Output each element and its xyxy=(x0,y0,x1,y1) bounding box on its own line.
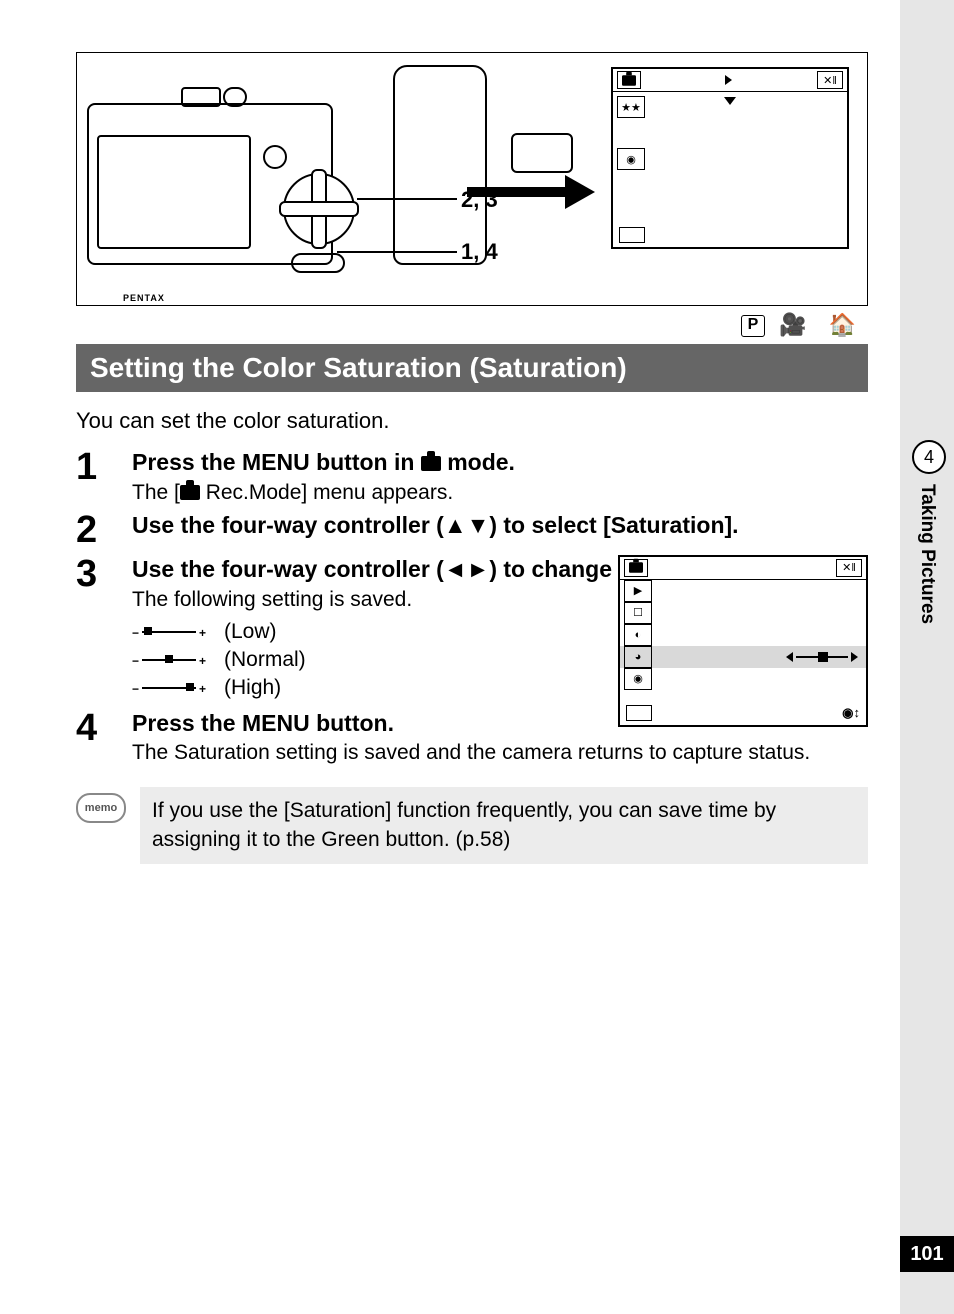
lcd-tab-settings-icon: ✕‖ xyxy=(836,559,862,577)
camera-illustration xyxy=(87,65,427,265)
sat-glyph-low-icon: −+ xyxy=(132,625,206,639)
step-number: 4 xyxy=(76,709,132,766)
lcd-row-metering-icon: ◉ xyxy=(617,148,645,170)
chapter-label: Taking Pictures xyxy=(916,484,938,624)
mode-icon-row: P 🎥 🏠 xyxy=(76,312,864,338)
lcd-slider xyxy=(786,649,858,665)
memo-block: memo If you use the [Saturation] functio… xyxy=(76,787,868,864)
pointer-line-23 xyxy=(357,198,457,200)
intro-text: You can set the color saturation. xyxy=(76,408,868,434)
lcd-top: ✕‖ ★★ ◉ xyxy=(611,67,849,249)
text: button. xyxy=(310,710,394,736)
mode-p-icon: P xyxy=(741,315,765,337)
side-tab: 4 Taking Pictures xyxy=(912,440,942,624)
text: button in xyxy=(310,449,421,475)
lcd-tab-camera-icon xyxy=(617,71,641,89)
step-2: 2 Use the four-way controller (▲▼) to se… xyxy=(76,511,868,549)
text: (High) xyxy=(224,674,281,702)
right-gutter xyxy=(900,0,954,1314)
step-number: 1 xyxy=(76,448,132,505)
step-1-sub: The [ Rec.Mode] menu appears. xyxy=(132,481,868,505)
step-number: 2 xyxy=(76,511,132,549)
text: Press the xyxy=(132,449,242,475)
step-2-head: Use the four-way controller (▲▼) to sele… xyxy=(132,511,868,540)
mode-auto-icon: 🏠 xyxy=(829,312,864,337)
menu-word: MENU xyxy=(242,710,310,736)
memo-text: If you use the [Saturation] function fre… xyxy=(140,787,868,864)
lcd-footer-menu-icon xyxy=(619,227,645,243)
text: The [ xyxy=(132,481,180,504)
lcd-ok-exit: ◉↕ xyxy=(842,705,860,721)
camera-icon xyxy=(421,456,441,471)
lcd-side-icon: ◉ xyxy=(624,668,652,690)
menu-word: MENU xyxy=(242,449,310,475)
sat-glyph-high-icon: −+ xyxy=(132,681,206,695)
sat-glyph-normal-icon: −+ xyxy=(132,653,206,667)
mode-movie-icon: 🎥 xyxy=(779,312,814,337)
text: (Low) xyxy=(224,618,277,646)
step-1-head: Press the MENU button in mode. xyxy=(132,448,868,477)
text: Press the xyxy=(132,710,242,736)
memo-label: memo xyxy=(76,793,126,823)
page-number: 101 xyxy=(900,1236,954,1272)
text: (Normal) xyxy=(224,646,306,674)
step-3: 3 Use the four-way controller (◄►) to ch… xyxy=(76,555,868,703)
lcd-tab-settings-icon: ✕‖ xyxy=(817,71,843,89)
caret-down-icon xyxy=(724,97,736,105)
section-title: Setting the Color Saturation (Saturation… xyxy=(76,344,868,392)
text: mode. xyxy=(441,449,515,475)
memo-icon: memo xyxy=(76,787,126,823)
lcd-side-saturation-icon: ◕ xyxy=(624,646,652,668)
lcd-side: ✕‖ ▶ ☐ ◐ ◕ ◉ ◉↕ xyxy=(618,555,868,727)
step-4-sub: The Saturation setting is saved and the … xyxy=(132,741,868,765)
lcd-footer-menu-icon xyxy=(626,705,652,721)
diagram-box: PENTAX 2, 3 1, 4 ✕‖ ★★ xyxy=(76,52,868,306)
lcd-side-row-selected: ◕ xyxy=(620,646,866,668)
menu-button-rect xyxy=(511,133,573,173)
pointer-line-14 xyxy=(337,251,457,253)
lcd-side-icon: ☐ xyxy=(624,602,652,624)
lcd-tab-camera-icon xyxy=(624,559,648,577)
arrow-block xyxy=(457,133,627,187)
lcd-side-icon: ◐ xyxy=(624,624,652,646)
camera-icon xyxy=(180,485,200,500)
lcd-side-icon: ▶ xyxy=(624,580,652,602)
step-number: 3 xyxy=(76,555,132,703)
text: Rec.Mode] menu appears. xyxy=(200,481,453,504)
chapter-number: 4 xyxy=(912,440,946,474)
brand-label: PENTAX xyxy=(123,293,165,303)
lcd-row-quality-icon: ★★ xyxy=(617,96,645,118)
chevron-right-icon xyxy=(725,75,732,85)
pointer-label-14: 1, 4 xyxy=(461,239,498,265)
step-1: 1 Press the MENU button in mode. The [ R… xyxy=(76,448,868,505)
